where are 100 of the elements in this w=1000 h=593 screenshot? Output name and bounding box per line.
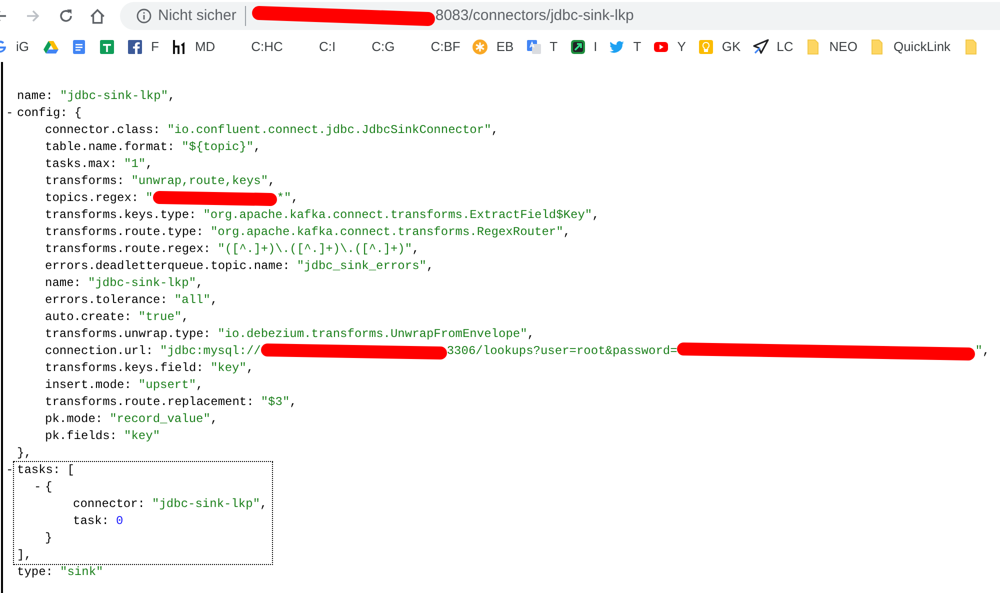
- bookmark-item[interactable]: EB: [466, 35, 520, 59]
- json-value: "io.debezium.transforms.UnwrapFromEnvelope": [218, 326, 528, 343]
- comma: ,: [268, 173, 276, 190]
- json-value: "org.apache.kafka.connect.transforms.ExtractField$Key": [203, 207, 592, 224]
- bookmark-item[interactable]: I: [564, 35, 604, 59]
- folder-icon: [869, 39, 886, 55]
- json-value: "jdbc:mysql:// 3306/lookups?user=root&password= ": [160, 343, 982, 360]
- document-icon: [71, 39, 87, 55]
- json-key: tasks:: [17, 462, 60, 479]
- address-bar[interactable]: Nicht sicher 8083/connectors/jdbc-sink-lkp: [120, 2, 1000, 30]
- bookmark-item[interactable]: LC: [746, 35, 800, 59]
- comma: ,: [982, 343, 990, 360]
- json-value: "$3": [260, 394, 290, 411]
- json-key: tasks.max:: [45, 156, 118, 173]
- bookmark-item[interactable]: T: [520, 35, 564, 59]
- comma: ,: [260, 496, 268, 513]
- comma: ,: [426, 258, 434, 275]
- forward-icon[interactable]: [25, 8, 41, 24]
- home-icon[interactable]: [89, 8, 106, 24]
- comma: ,: [290, 394, 297, 411]
- json-value: "jdbc-sink-lkp": [152, 496, 260, 513]
- json-value: "io.confluent.connect.jdbc.JdbcSinkConnector": [167, 122, 492, 139]
- bookmark-item[interactable]: MD: [164, 35, 222, 59]
- json-value: "sink": [60, 564, 104, 581]
- comma: ,: [291, 190, 298, 207]
- json-key: errors.tolerance:: [45, 292, 168, 309]
- json-key: connector.class:: [45, 122, 160, 139]
- json-value: "jdbc-sink-lkp": [88, 275, 196, 292]
- json-key: transforms.unwrap.type:: [45, 326, 211, 343]
- bookmark-item[interactable]: QuickLink: [863, 35, 957, 59]
- json-key: pk.fields:: [45, 428, 118, 445]
- json-key: errors.deadletterqueue.topic.name:: [45, 258, 290, 275]
- comma: ,: [527, 326, 534, 343]
- asterisk-icon: [472, 39, 488, 55]
- bracket: }: [45, 530, 52, 547]
- bracket: [: [67, 462, 74, 479]
- json-value: "${topic}": [182, 139, 254, 156]
- json-value: "unwrap,route,keys": [131, 173, 268, 190]
- bracket: {: [74, 105, 82, 122]
- collapse-toggle[interactable]: -: [34, 479, 45, 496]
- comma: ,: [254, 139, 261, 156]
- json-value: 0: [116, 513, 124, 530]
- security-label: Nicht sicher: [158, 6, 236, 26]
- json-key: topics.regex:: [45, 190, 139, 207]
- json-key: transforms.route.regex:: [45, 241, 211, 258]
- bookmark-item[interactable]: NEO: [799, 35, 864, 59]
- lightbulb-icon: [698, 39, 714, 55]
- json-key: insert.mode:: [45, 377, 132, 394]
- paper-plane-icon: [752, 39, 769, 55]
- bookmark-item[interactable]: C:BF: [400, 35, 466, 59]
- json-value: "org.apache.kafka.connect.transforms.RegexRouter": [210, 224, 564, 241]
- json-key: transforms.keys.type:: [45, 207, 196, 224]
- bookmark-item[interactable]: iG: [0, 35, 37, 59]
- json-value: "jdbc_sink_errors": [296, 258, 426, 275]
- bookmark-item[interactable]: T: [603, 35, 648, 59]
- json-key: task:: [73, 513, 110, 530]
- json-key: connector:: [73, 496, 146, 513]
- comma: ,: [412, 241, 420, 258]
- collapse-toggle[interactable]: -: [6, 462, 17, 479]
- bookmark-item[interactable]: C:I: [288, 35, 342, 59]
- json-value: "1": [124, 156, 146, 173]
- json-value: "true": [138, 309, 182, 326]
- comma: ,: [563, 224, 570, 241]
- bracket: ],: [17, 547, 32, 564]
- json-key: auto.create:: [45, 309, 132, 326]
- json-key: table.name.format:: [45, 139, 175, 156]
- json-key: name:: [45, 275, 82, 292]
- reload-icon[interactable]: [58, 8, 74, 24]
- json-value: "upsert": [138, 377, 196, 394]
- url-text: 8083/connectors/jdbc-sink-lkp: [435, 6, 634, 26]
- json-key: config:: [17, 105, 68, 122]
- json-key: connection.url:: [45, 343, 154, 360]
- json-key: pk.mode:: [45, 411, 103, 428]
- comma: ,: [146, 156, 153, 173]
- info-icon: [136, 8, 152, 24]
- json-value: " *": [146, 190, 292, 207]
- bookmark-item[interactable]: F: [121, 35, 165, 59]
- collapse-toggle[interactable]: -: [6, 105, 17, 122]
- bookmark-item[interactable]: Y: [647, 35, 692, 59]
- json-key: transforms:: [45, 173, 124, 190]
- json-key: transforms.route.type:: [45, 224, 204, 241]
- bookmark-item[interactable]: C:HC: [221, 35, 289, 59]
- json-key: name:: [17, 88, 54, 105]
- spreadsheet-icon: [99, 39, 115, 55]
- comma: ,: [491, 122, 498, 139]
- json-key: transforms.route.replacement:: [45, 394, 254, 411]
- comma: ,: [182, 309, 189, 326]
- bracket: {: [45, 479, 52, 496]
- bookmark-item[interactable]: GK: [692, 35, 747, 59]
- f-logo-icon: [127, 39, 143, 55]
- bird-icon: [609, 39, 626, 55]
- triangle-logo-icon: [43, 39, 59, 55]
- json-value: "jdbc-sink-lkp": [60, 88, 168, 105]
- bookmark-item[interactable]: C:G: [342, 35, 401, 59]
- comma: ,: [210, 411, 218, 428]
- comma: ,: [592, 207, 600, 224]
- folder-icon: [962, 39, 979, 55]
- comma: ,: [210, 292, 218, 309]
- play-icon: [653, 39, 670, 55]
- json-value: "all": [174, 292, 210, 309]
